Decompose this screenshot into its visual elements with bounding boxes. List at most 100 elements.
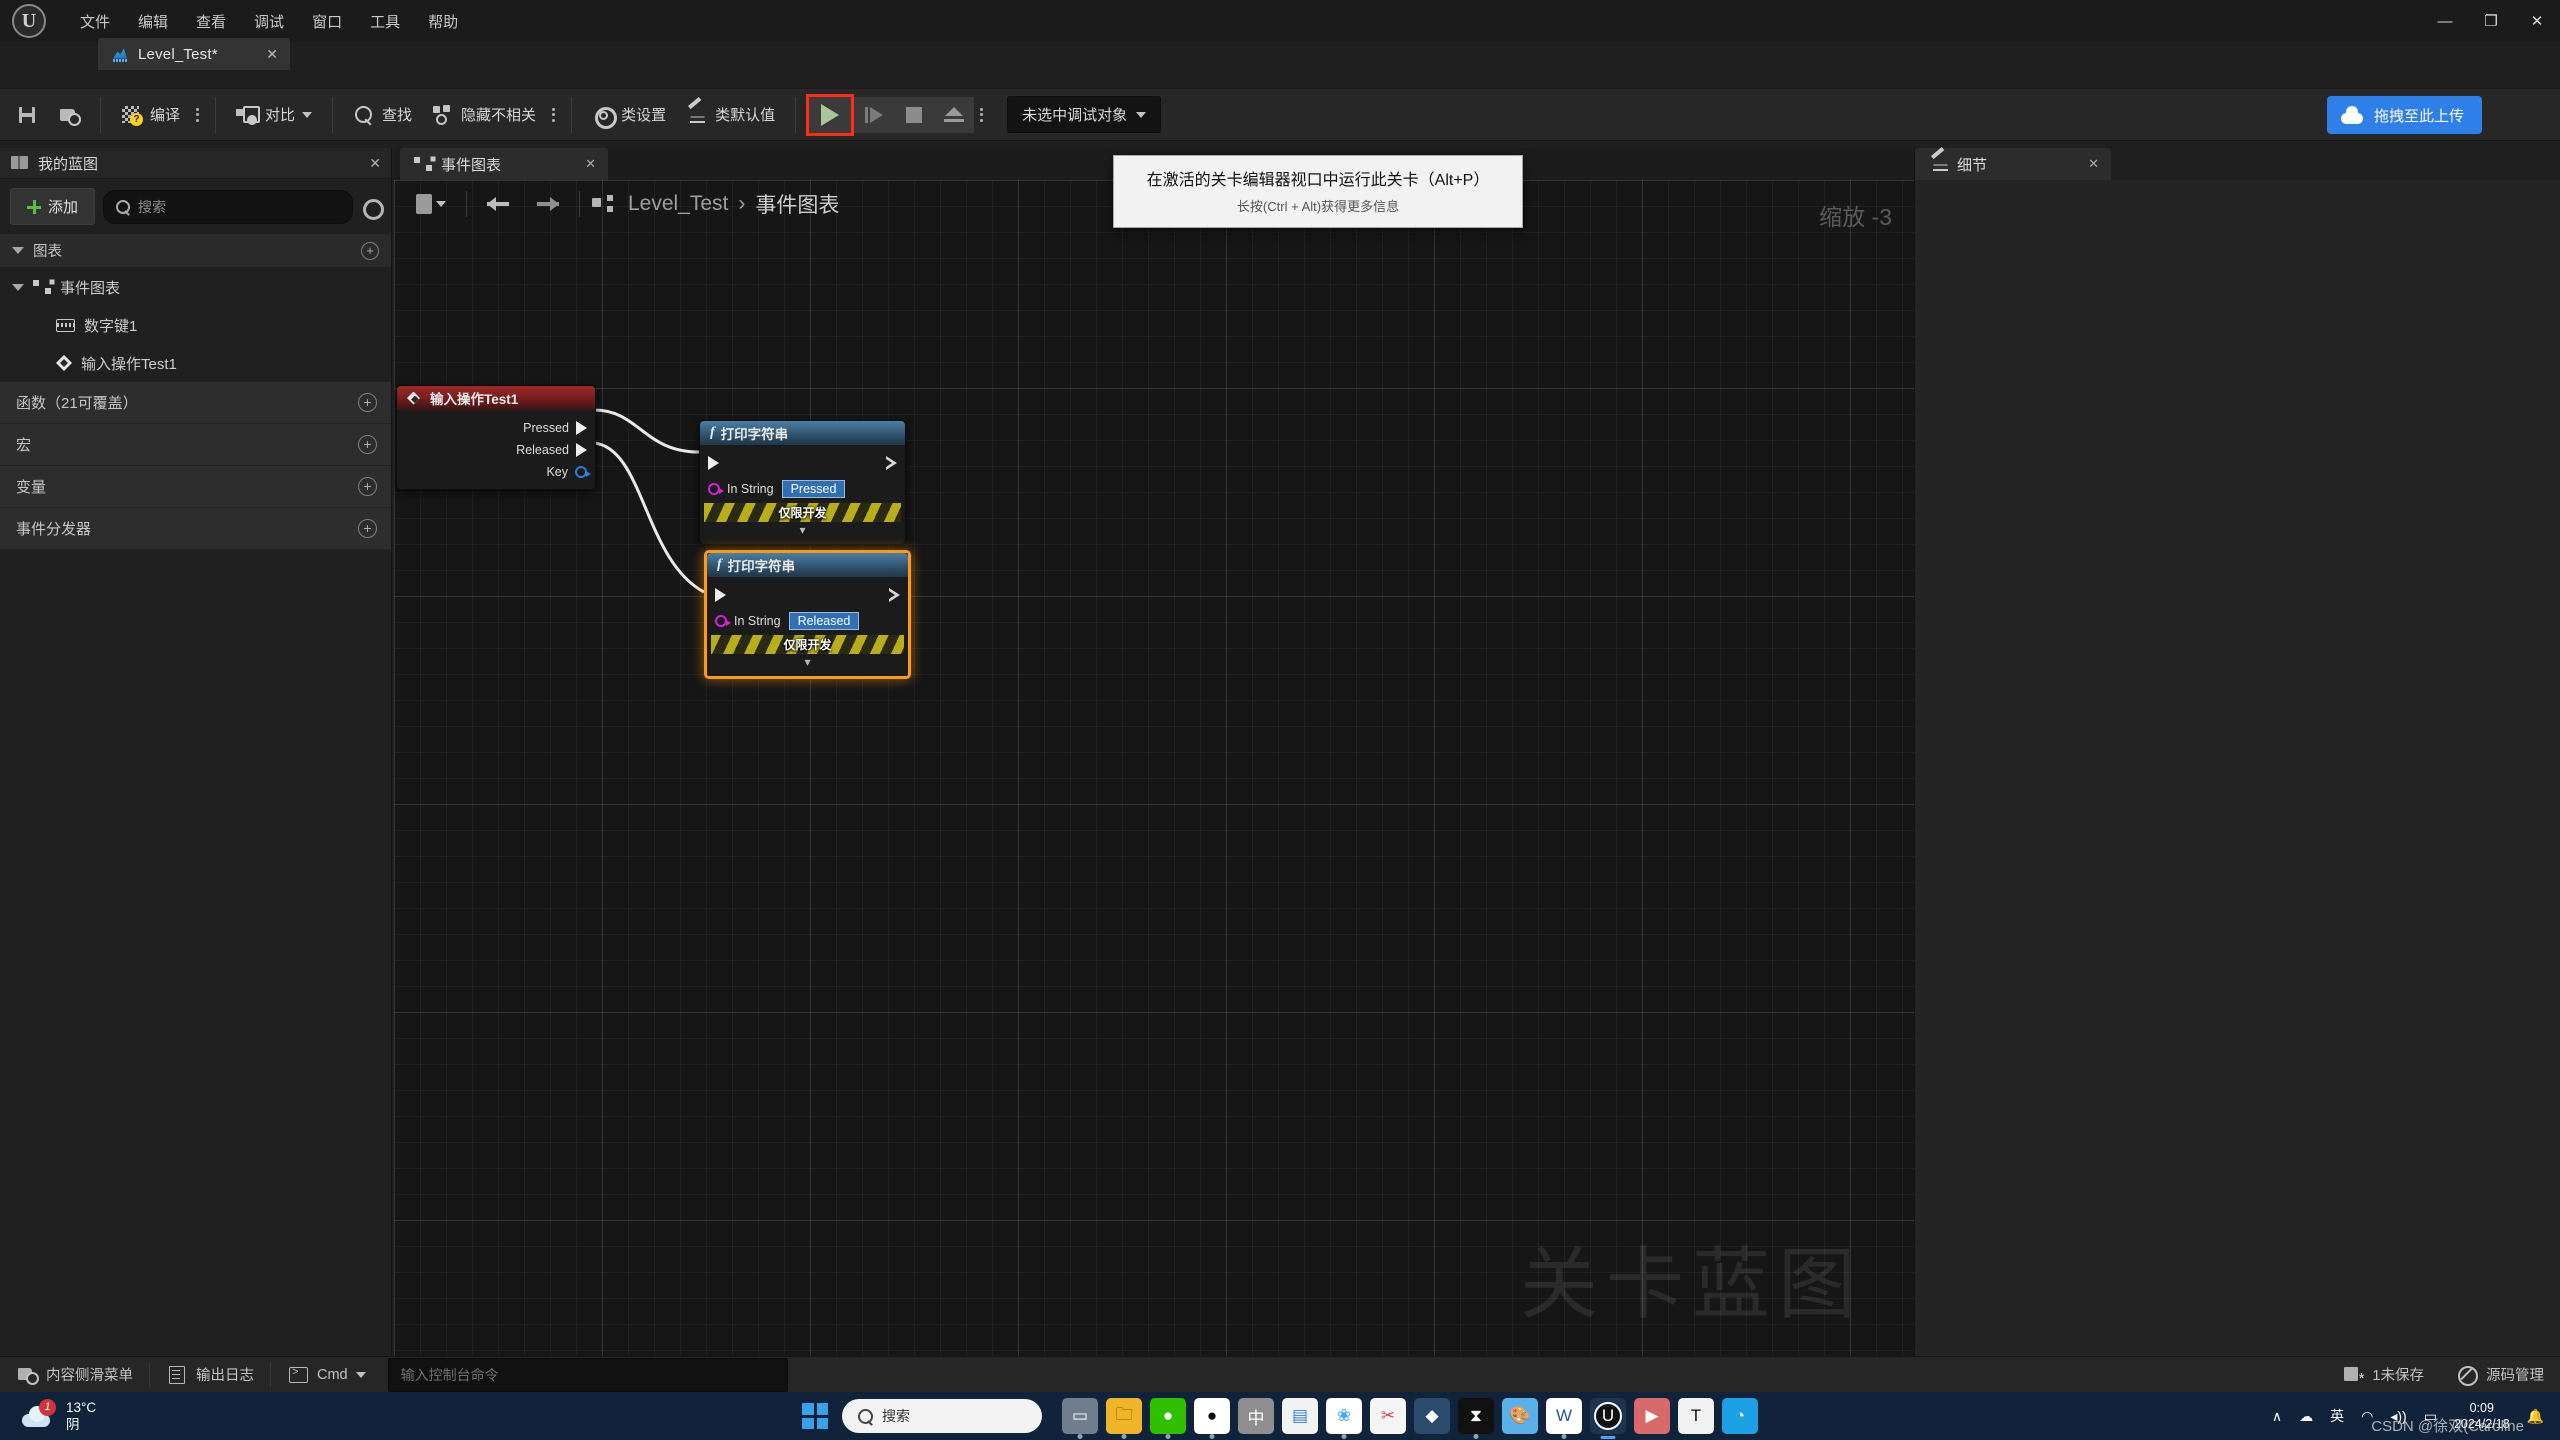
my-blueprint-header[interactable]: 我的蓝图 ✕ (0, 148, 391, 179)
compile-options-icon[interactable] (190, 101, 205, 128)
hide-unrelated-label: 隐藏不相关 (461, 107, 537, 124)
cmd-dropdown[interactable]: Cmd (271, 1357, 382, 1393)
add-graph-icon[interactable]: + (361, 241, 379, 260)
menu-item-window[interactable]: 窗口 (298, 5, 356, 38)
start-button[interactable] (802, 1403, 828, 1429)
taskbar-app-wechat[interactable]: ● (1150, 1398, 1186, 1439)
unsaved-indicator[interactable]: 1未保存 (2326, 1357, 2440, 1393)
my-blueprint-close-icon[interactable]: ✕ (369, 155, 381, 172)
node-print-string-released[interactable]: f 打印字符串 In String Released 仅限开发 ▾ (704, 550, 911, 679)
pin-in-string[interactable]: In String Pressed (700, 479, 905, 499)
document-tab-level-test[interactable]: Level_Test* ✕ (98, 38, 290, 70)
find-button[interactable]: 查找 (343, 98, 422, 132)
gear-icon[interactable] (361, 197, 384, 220)
exec-pins-row[interactable] (700, 453, 905, 473)
taskbar-app-task-view[interactable]: ▭ (1062, 1398, 1098, 1439)
details-tab[interactable]: 细节 ✕ (1915, 148, 2111, 180)
maximize-button[interactable]: ❐ (2468, 0, 2514, 42)
browse-button[interactable] (48, 98, 90, 132)
menu-item-view[interactable]: 查看 (182, 5, 240, 38)
minimize-button[interactable]: — (2422, 0, 2468, 42)
pin-in-string[interactable]: In String Released (707, 611, 908, 631)
tree-item-number-key-1[interactable]: 数字键1 (0, 306, 391, 344)
node-expand-chevron-icon[interactable]: ▾ (700, 522, 905, 539)
diff-button[interactable]: 对比 (226, 98, 322, 132)
class-defaults-button[interactable]: 类默认值 (676, 98, 785, 132)
menu-item-edit[interactable]: 编辑 (124, 5, 182, 38)
tray-ime-icon[interactable]: 英 (2330, 1406, 2344, 1426)
details-close-icon[interactable]: ✕ (2026, 156, 2099, 172)
section-event-dispatchers[interactable]: 事件分发器 + (0, 508, 391, 550)
tray-notifications-icon[interactable]: 🔔 (2527, 1408, 2544, 1425)
weather-widget[interactable]: 1 13°C 阴 (0, 1399, 280, 1433)
taskbar-app-store[interactable]: ▤ (1282, 1398, 1318, 1434)
tree-item-input-action-test1[interactable]: 输入操作Test1 (0, 344, 391, 382)
taskbar-app-paint[interactable]: 🎨 (1502, 1398, 1538, 1434)
taskbar-app-browser-360[interactable]: ❀ (1326, 1398, 1362, 1439)
taskbar-app-typora[interactable]: T (1678, 1398, 1714, 1434)
graph-back-button[interactable] (479, 189, 521, 219)
add-function-icon[interactable]: + (358, 393, 377, 412)
taskbar-app-unreal-engine[interactable]: U (1590, 1398, 1626, 1439)
compile-button[interactable]: 编译 (111, 98, 190, 132)
taskbar-app-word[interactable]: W (1546, 1398, 1582, 1439)
source-control-button[interactable]: 源码管理 (2440, 1357, 2560, 1393)
stop-button[interactable] (894, 96, 935, 133)
play-button[interactable] (806, 93, 855, 136)
add-button[interactable]: 添加 (10, 188, 96, 225)
in-string-value[interactable]: Released (788, 612, 860, 630)
taskbar-search-box[interactable]: 搜索 (842, 1399, 1042, 1433)
tray-cloud-icon[interactable]: ☁ (2299, 1408, 2313, 1425)
output-log-button[interactable]: 输出日志 (150, 1357, 270, 1393)
console-command-input[interactable]: 输入控制台命令 (387, 1357, 788, 1392)
taskbar-app-input-method[interactable]: 中 (1238, 1398, 1274, 1434)
taskbar-app-firefox[interactable]: ◆ (1414, 1398, 1450, 1434)
skip-button[interactable] (854, 96, 895, 133)
debug-target-dropdown[interactable]: 未选中调试对象 (1007, 96, 1162, 133)
taskbar-app-file-explorer[interactable]: 🗀 (1106, 1398, 1142, 1439)
graph-tab-close-icon[interactable]: ✕ (543, 156, 596, 172)
add-variable-icon[interactable]: + (358, 477, 377, 496)
eject-button[interactable] (934, 96, 975, 133)
taskbar-app-qq[interactable]: ● (1194, 1398, 1230, 1439)
menu-item-tools[interactable]: 工具 (356, 5, 414, 38)
search-input[interactable]: 搜索 (103, 189, 353, 224)
in-string-value[interactable]: Pressed (781, 480, 846, 498)
menu-item-debug[interactable]: 调试 (240, 5, 298, 38)
section-variables[interactable]: 变量 + (0, 466, 391, 508)
class-settings-button[interactable]: 类设置 (582, 98, 676, 132)
hide-unrelated-button[interactable]: 隐藏不相关 (422, 98, 546, 132)
document-tab-close-icon[interactable]: ✕ (226, 46, 278, 63)
breadcrumb-root[interactable]: Level_Test (628, 192, 728, 216)
taskbar-app-capcut[interactable]: ⧗ (1458, 1398, 1494, 1439)
section-functions[interactable]: 函数（21可覆盖） + (0, 382, 391, 424)
tray-expand-icon[interactable]: ∧ (2272, 1408, 2282, 1425)
graph-tab-event-graph[interactable]: 事件图表 ✕ (400, 148, 608, 180)
hide-unrelated-options-icon[interactable] (546, 101, 561, 128)
node-expand-chevron-icon[interactable]: ▾ (707, 654, 908, 671)
upload-button[interactable]: 拖拽至此上传 (2326, 96, 2482, 134)
save-button[interactable] (6, 98, 48, 132)
event-graph-canvas[interactable]: Level_Test › 事件图表 缩放 -3 关卡蓝图 输入操作Test1 P… (394, 180, 1914, 1356)
menu-item-file[interactable]: 文件 (66, 5, 124, 38)
add-event-dispatcher-icon[interactable]: + (358, 519, 377, 538)
exec-pins-row[interactable] (707, 585, 908, 605)
add-macro-icon[interactable]: + (358, 435, 377, 454)
node-print-string-pressed[interactable]: f 打印字符串 In String Pressed 仅限开发 ▾ (699, 420, 906, 545)
graph-layout-button[interactable] (408, 188, 454, 220)
taskbar-app-media-player[interactable]: ▶ (1634, 1398, 1670, 1434)
pin-released[interactable]: Released (397, 440, 595, 460)
node-input-action-test1[interactable]: 输入操作Test1 Pressed Released Key (396, 385, 596, 490)
pin-pressed[interactable]: Pressed (397, 418, 595, 438)
section-macros[interactable]: 宏 + (0, 424, 391, 466)
taskbar-app-edge[interactable]: ◔ (1722, 1398, 1758, 1434)
taskbar-app-snipping-tool[interactable]: ✂ (1370, 1398, 1406, 1434)
graph-forward-button[interactable] (525, 189, 567, 219)
tree-item-event-graph[interactable]: 事件图表 (0, 268, 391, 306)
close-button[interactable]: ✕ (2514, 0, 2560, 42)
play-options-icon[interactable] (974, 101, 989, 128)
content-drawer-button[interactable]: 内容侧滑菜单 (0, 1357, 149, 1393)
section-graphs[interactable]: 图表 + (0, 234, 391, 268)
menu-item-help[interactable]: 帮助 (414, 5, 472, 38)
pin-key[interactable]: Key (397, 462, 595, 482)
